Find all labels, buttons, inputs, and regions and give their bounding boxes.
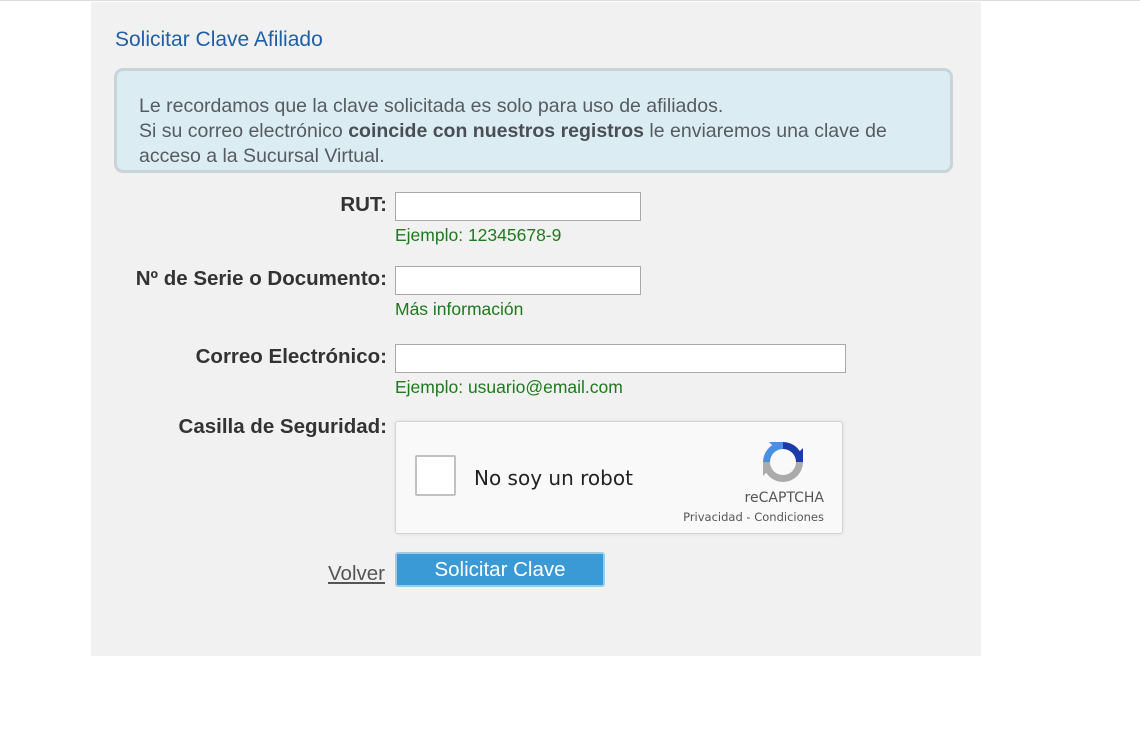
captcha-label: Casilla de Seguridad: xyxy=(178,415,387,438)
recaptcha-links[interactable]: Privacidad - Condiciones xyxy=(683,510,824,524)
rut-input[interactable] xyxy=(395,192,641,221)
rut-label: RUT: xyxy=(340,193,387,216)
info-notice: Le recordamos que la clave solicitada es… xyxy=(114,68,953,173)
recaptcha-checkbox-label: No soy un robot xyxy=(474,466,633,490)
info-line-2: Si su correo electrónico coincide con nu… xyxy=(139,119,928,169)
info-line-2-pre: Si su correo electrónico xyxy=(139,120,349,142)
info-line-2-bold: coincide con nuestros registros xyxy=(348,120,645,142)
recaptcha-brand: reCAPTCHA xyxy=(744,490,824,506)
serie-input[interactable] xyxy=(395,266,641,295)
email-label: Correo Electrónico: xyxy=(195,345,387,368)
back-link[interactable]: Volver xyxy=(328,562,385,586)
recaptcha-logo-icon xyxy=(763,442,803,482)
rut-hint: Ejemplo: 12345678-9 xyxy=(395,225,562,245)
info-line-1: Le recordamos que la clave solicitada es… xyxy=(139,95,724,117)
more-info-link[interactable]: Más información xyxy=(395,299,523,320)
recaptcha-widget: No soy un robot reCAPTCHA Privacidad - C… xyxy=(395,421,843,534)
page-title: Solicitar Clave Afiliado xyxy=(115,28,323,51)
email-hint: Ejemplo: usuario@email.com xyxy=(395,377,623,397)
email-input[interactable] xyxy=(395,344,846,373)
top-divider xyxy=(0,0,1140,1)
submit-button[interactable]: Solicitar Clave xyxy=(395,552,605,587)
form-panel: Solicitar Clave Afiliado Le recordamos q… xyxy=(91,2,981,656)
recaptcha-checkbox[interactable] xyxy=(415,455,456,496)
serie-label: Nº de Serie o Documento: xyxy=(135,267,387,290)
